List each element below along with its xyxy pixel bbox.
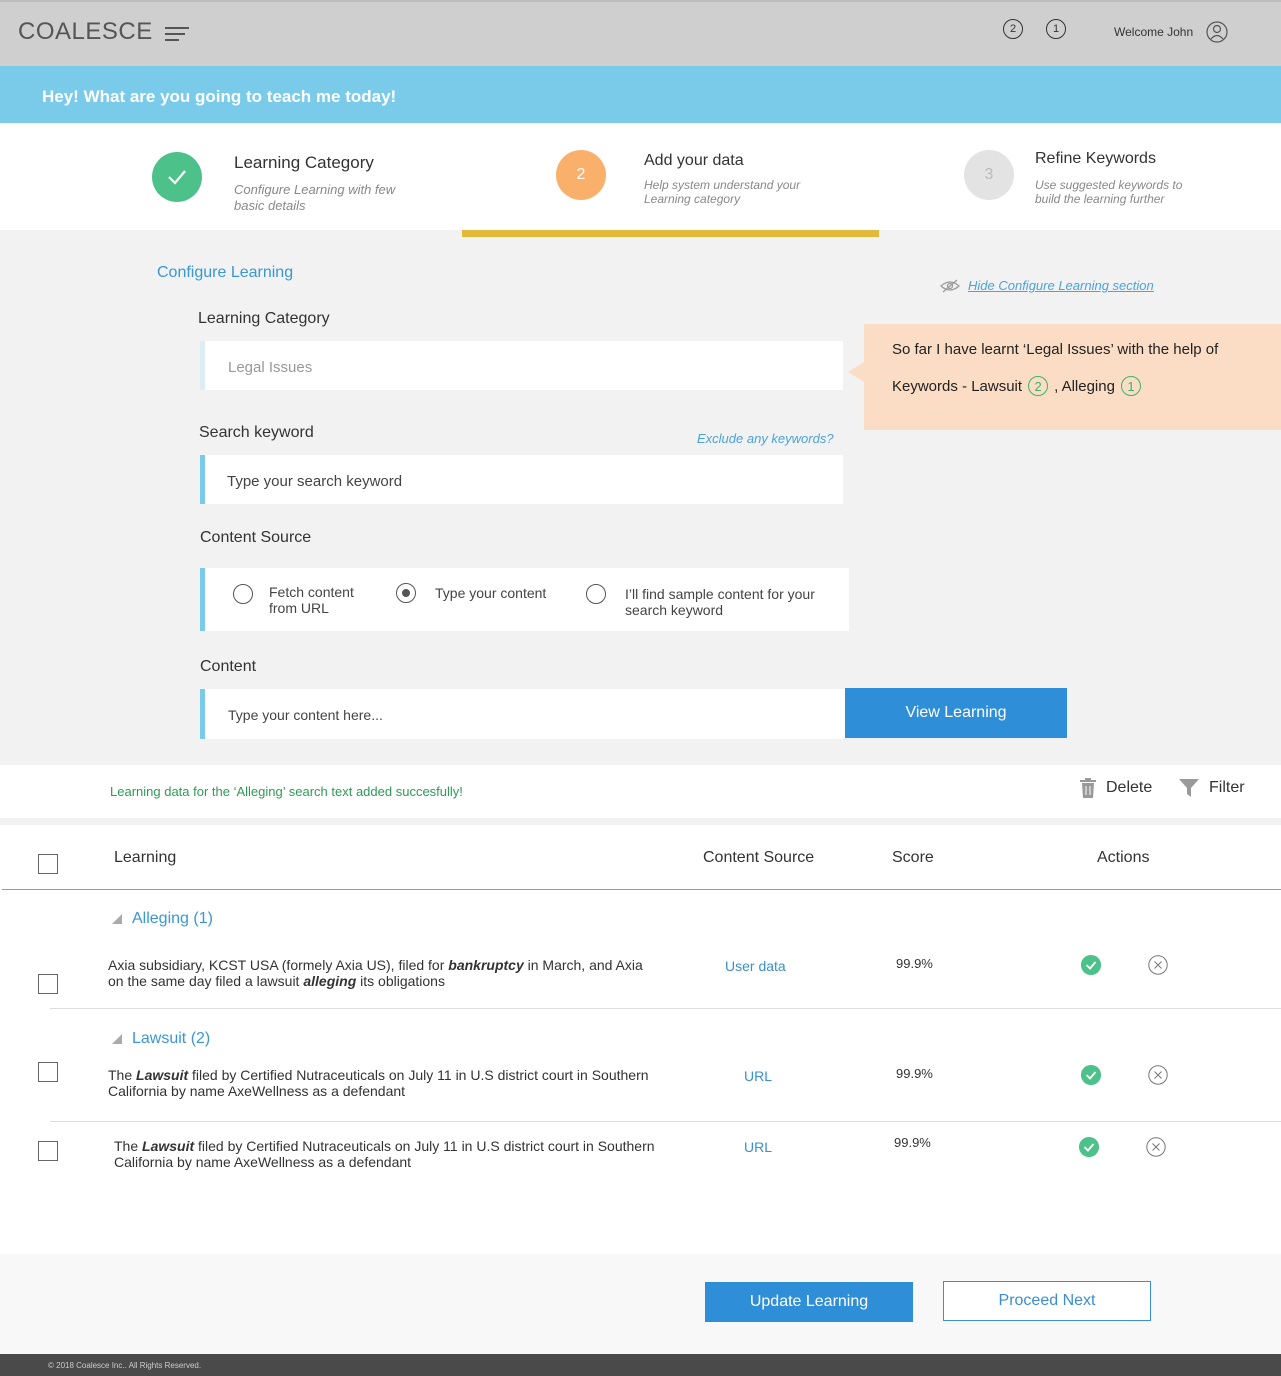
user-icon[interactable]: [1206, 21, 1228, 43]
delete-button[interactable]: Delete: [1080, 778, 1152, 798]
search-keyword-label: Search keyword: [199, 424, 314, 441]
row-3-source-link[interactable]: URL: [744, 1139, 772, 1155]
collapse-triangle-icon[interactable]: [112, 1034, 122, 1044]
step-3-desc-2: build the learning further: [1035, 192, 1165, 206]
step-3-desc-1: Use suggested keywords to: [1035, 178, 1183, 192]
radio-fetch-url-label-1[interactable]: Fetch content: [269, 584, 354, 600]
top-header: [0, 0, 1281, 66]
col-header-score[interactable]: Score: [892, 849, 934, 867]
select-all-checkbox[interactable]: [38, 854, 58, 874]
proceed-next-button[interactable]: Proceed Next: [943, 1281, 1151, 1321]
success-message: Learning data for the ‘Alleging’ search …: [110, 784, 463, 799]
notification-badge-1[interactable]: 2: [1003, 19, 1023, 39]
row-3-score: 99.9%: [894, 1135, 931, 1150]
banner-text: Hey! What are you going to teach me toda…: [42, 87, 397, 106]
row-2-checkbox[interactable]: [38, 1062, 58, 1082]
learning-category-label: Learning Category: [198, 310, 330, 327]
row-1-score: 99.9%: [896, 956, 933, 971]
filter-label[interactable]: Filter: [1209, 779, 1245, 797]
row-divider: [50, 1121, 1281, 1122]
table-header-divider: [2, 889, 1281, 890]
row-2-score: 99.9%: [896, 1066, 933, 1081]
col-header-actions: Actions: [1097, 849, 1150, 866]
radio-fetch-url[interactable]: [233, 584, 253, 604]
step-2-desc-1: Help system understand your: [644, 178, 801, 192]
radio-sample-content-label-1[interactable]: I’ll find sample content for your: [625, 586, 815, 602]
col-header-learning[interactable]: Learning: [114, 849, 176, 867]
table-row-1-text: Axia subsidiary, KCST USA (formely Axia …: [108, 957, 643, 989]
exclude-keywords-link[interactable]: Exclude any keywords?: [697, 431, 834, 446]
check-icon: [168, 170, 186, 185]
group-alleging-label[interactable]: Alleging (1): [132, 910, 213, 928]
row-2-source-link[interactable]: URL: [744, 1068, 772, 1084]
menu-icon[interactable]: [165, 27, 191, 43]
reject-icon[interactable]: [1148, 955, 1168, 975]
approve-icon[interactable]: [1081, 1065, 1101, 1085]
step-1-done-circle[interactable]: [152, 152, 202, 202]
eye-slash-icon: [940, 279, 960, 292]
table-row-2-text: The Lawsuit filed by Certified Nutraceut…: [108, 1067, 649, 1099]
lawsuit-count-badge: 2: [1028, 376, 1049, 396]
hide-configure-label[interactable]: Hide Configure Learning section: [968, 278, 1154, 293]
row-1-checkbox[interactable]: [38, 974, 58, 994]
radio-sample-content[interactable]: [586, 584, 606, 604]
trash-icon: [1080, 778, 1096, 798]
tooltip-line-2: Keywords - Lawsuit 2 , Alleging 1: [892, 376, 1141, 396]
radio-fetch-url-label-2[interactable]: from URL: [269, 600, 329, 616]
tooltip-arrow: [848, 362, 864, 382]
tooltip-keywords-prefix: Keywords - Lawsuit: [892, 377, 1023, 395]
tooltip-separator: , Alleging: [1054, 377, 1115, 395]
welcome-text: Welcome John: [1114, 25, 1194, 39]
radio-type-content-label[interactable]: Type your content: [435, 585, 546, 601]
approve-icon[interactable]: [1079, 1137, 1099, 1157]
search-keyword-placeholder: Type your search keyword: [227, 473, 403, 490]
content-label: Content: [200, 658, 257, 675]
step-2-circle[interactable]: 2: [556, 150, 606, 200]
col-header-content-source[interactable]: Content Source: [703, 849, 814, 867]
step-3-circle[interactable]: 3: [964, 150, 1014, 200]
hide-configure-link[interactable]: Hide Configure Learning section: [940, 278, 1154, 293]
active-step-indicator: [462, 230, 879, 237]
app-logo[interactable]: COALESCE: [18, 18, 153, 46]
step-3-title: Refine Keywords: [1035, 150, 1156, 167]
notification-badge-2[interactable]: 1: [1046, 19, 1066, 39]
content-source-label: Content Source: [200, 529, 312, 546]
row-1-source-link[interactable]: User data: [725, 958, 786, 974]
approve-icon[interactable]: [1081, 955, 1101, 975]
view-learning-button[interactable]: View Learning: [845, 688, 1067, 738]
learning-category-value: Legal Issues: [228, 359, 313, 376]
update-learning-button[interactable]: Update Learning: [705, 1282, 913, 1322]
content-placeholder: Type your content here...: [228, 707, 383, 723]
radio-type-content[interactable]: [396, 583, 416, 603]
step-1-title: Learning Category: [234, 153, 374, 172]
step-2-title: Add your data: [644, 152, 744, 169]
alleging-count-badge: 1: [1120, 376, 1141, 396]
reject-icon[interactable]: [1148, 1065, 1168, 1085]
table-row-3-text: The Lawsuit filed by Certified Nutraceut…: [114, 1138, 655, 1170]
row-divider: [50, 1008, 1281, 1009]
step-1-desc-1: Configure Learning with few: [234, 182, 396, 197]
tooltip-line-1: So far I have learnt ‘Legal Issues’ with…: [892, 341, 1219, 358]
configure-learning-title: Configure Learning: [157, 264, 294, 281]
section-divider: [0, 818, 1281, 825]
step-2-desc-2: Learning category: [644, 192, 741, 206]
filter-button[interactable]: Filter: [1179, 778, 1245, 798]
delete-label[interactable]: Delete: [1106, 779, 1152, 797]
group-lawsuit-label[interactable]: Lawsuit (2): [132, 1030, 210, 1048]
filter-icon: [1179, 779, 1199, 797]
row-3-checkbox[interactable]: [38, 1141, 58, 1161]
step-1-desc-2: basic details: [234, 198, 306, 213]
reject-icon[interactable]: [1146, 1137, 1166, 1157]
radio-sample-content-label-2[interactable]: search keyword: [625, 602, 723, 618]
group-lawsuit[interactable]: Lawsuit (2): [112, 1030, 210, 1048]
copyright-text: © 2018 Coalesce Inc.. All Rights Reserve…: [48, 1361, 202, 1370]
collapse-triangle-icon[interactable]: [112, 914, 122, 924]
group-alleging[interactable]: Alleging (1): [112, 910, 213, 928]
